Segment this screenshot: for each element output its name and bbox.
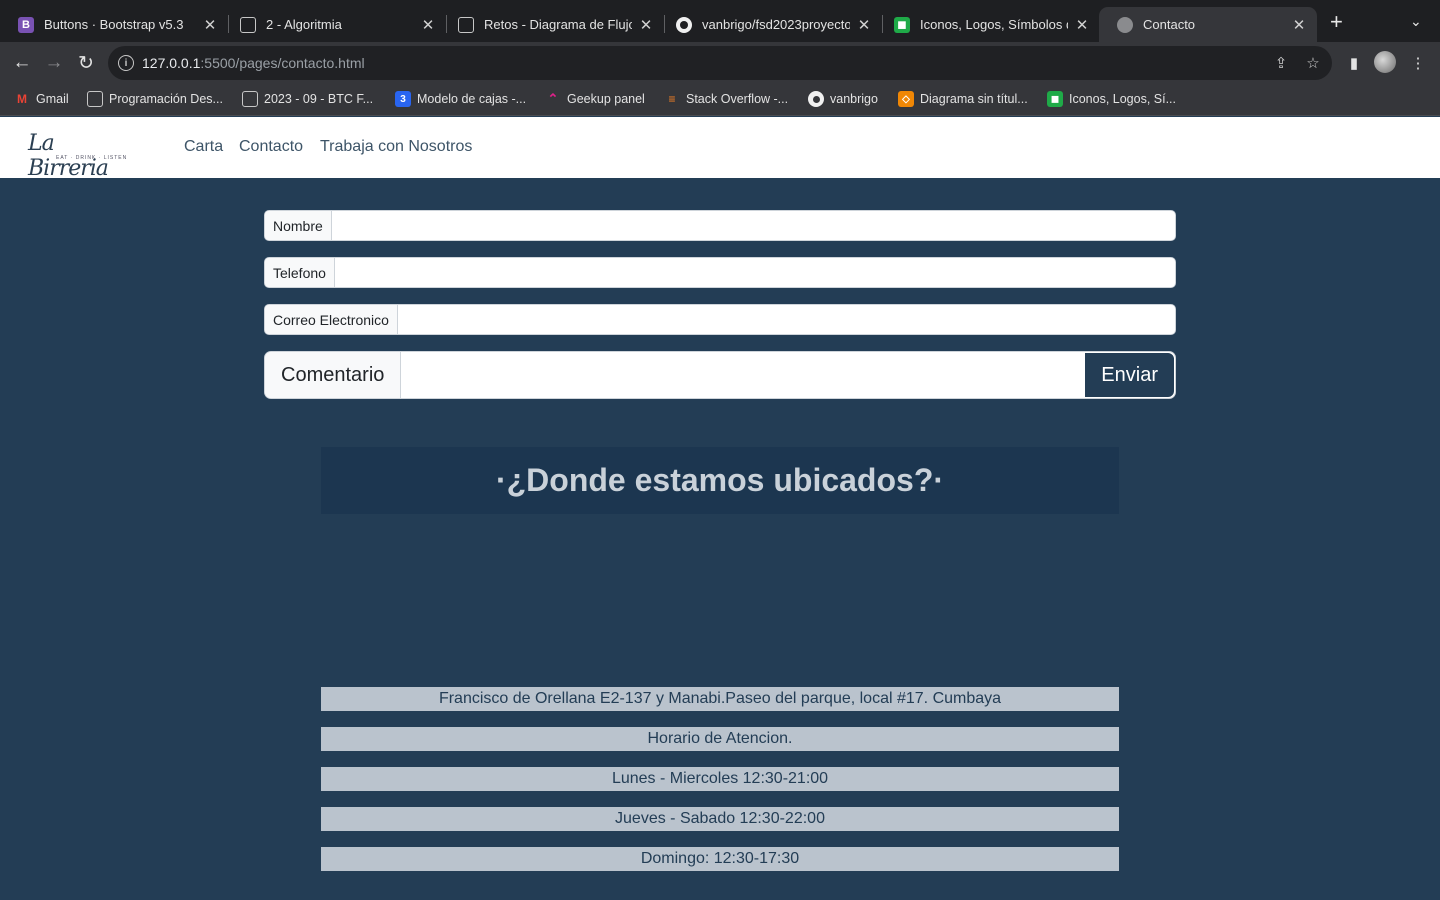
tab-title: Retos - Diagrama de Flujo xyxy=(484,17,632,32)
geekup-icon: ⌃ xyxy=(547,91,559,106)
tab-title: Iconos, Logos, Símbolos de xyxy=(920,17,1068,32)
bookmark-label: Iconos, Logos, Sí... xyxy=(1069,92,1177,106)
globe-icon xyxy=(1117,16,1133,33)
tab-title: Buttons · Bootstrap v5.3 xyxy=(44,17,184,32)
browser-toolbar: ← → ↻ i 127.0.0.1:5500/pages/contacto.ht… xyxy=(0,42,1440,84)
profile-avatar[interactable] xyxy=(1374,51,1396,73)
hours-sunday: Domingo: 12:30-17:30 xyxy=(321,847,1119,871)
tab-title: vanbrigo/fsd2023proyecto1 xyxy=(702,17,850,32)
address-text: Francisco de Orellana E2-137 y Manabi.Pa… xyxy=(321,687,1119,711)
hours-weekday-late: Jueves - Sabado 12:30-22:00 xyxy=(321,807,1119,831)
bookmark-label: Geekup panel xyxy=(567,92,645,106)
icons-site-icon: ◼ xyxy=(894,16,910,33)
site-navbar: La Birreria EAT · DRINK · LISTEN Carta C… xyxy=(0,117,1440,181)
bookmark-label: Diagrama sin títul... xyxy=(920,92,1028,106)
phone-label: Telefono xyxy=(265,258,335,287)
back-arrow-icon[interactable]: ← xyxy=(9,50,35,76)
classroom-icon xyxy=(458,16,474,33)
close-icon[interactable]: ✕ xyxy=(1074,17,1090,34)
tab-retos-diagrama[interactable]: Retos - Diagrama de Flujo ✕ xyxy=(440,7,664,42)
location-header: ·¿Donde estamos ubicados?· xyxy=(321,447,1119,514)
tab-algoritmia[interactable]: 2 - Algoritmia ✕ xyxy=(222,7,446,42)
bookmark-gmail[interactable]: M Gmail xyxy=(14,91,69,107)
bootstrap-icon: B xyxy=(18,16,34,33)
send-button[interactable]: Enviar xyxy=(1084,352,1175,398)
css-icon: 3 xyxy=(395,91,411,107)
close-icon[interactable]: ✕ xyxy=(638,17,654,34)
tab-title: 2 - Algoritmia xyxy=(266,17,342,32)
bookmark-label: Gmail xyxy=(36,92,69,106)
url-text[interactable]: 127.0.0.1:5500/pages/contacto.html xyxy=(142,55,365,71)
browser-tab-strip: B Buttons · Bootstrap v5.3 ✕ 2 - Algorit… xyxy=(0,0,1440,42)
email-input[interactable] xyxy=(397,305,1175,334)
bookmark-diagrama[interactable]: ◇ Diagrama sin títul... xyxy=(898,91,1028,107)
name-label: Nombre xyxy=(265,211,332,240)
side-panel-icon[interactable]: ▮ xyxy=(1344,53,1364,73)
phone-input[interactable] xyxy=(334,258,1175,287)
bookmark-btc[interactable]: 2023 - 09 - BTC F... xyxy=(242,91,373,107)
reload-icon[interactable]: ↻ xyxy=(73,50,99,76)
classroom-icon xyxy=(87,91,103,107)
bookmark-label: Stack Overflow -... xyxy=(686,92,789,106)
kebab-menu-icon[interactable]: ⋮ xyxy=(1408,53,1428,73)
hours-title: Horario de Atencion. xyxy=(321,727,1119,751)
bookmark-programacion[interactable]: Programación Des... xyxy=(87,91,223,107)
stackoverflow-icon: ≡ xyxy=(668,92,676,106)
tab-bootstrap-buttons[interactable]: B Buttons · Bootstrap v5.3 ✕ xyxy=(0,7,228,42)
site-info-icon[interactable]: i xyxy=(118,55,134,71)
nav-link-contacto[interactable]: Contacto xyxy=(239,138,303,156)
bookmark-label: vanbrigo xyxy=(830,92,878,106)
bookmarks-bar: M Gmail Programación Des... 2023 - 09 - … xyxy=(0,84,1440,116)
close-icon[interactable]: ✕ xyxy=(1291,17,1307,34)
bookmark-label: Programación Des... xyxy=(109,92,223,106)
tab-contacto[interactable]: Contacto ✕ xyxy=(1099,7,1317,42)
bookmark-geekup[interactable]: ⌃ Geekup panel xyxy=(545,91,645,107)
bookmark-vanbrigo[interactable]: vanbrigo xyxy=(808,91,878,107)
close-icon[interactable]: ✕ xyxy=(856,17,872,34)
bookmark-label: 2023 - 09 - BTC F... xyxy=(264,92,374,106)
icons-site-icon: ◼ xyxy=(1047,91,1063,107)
name-input-group: Nombre xyxy=(264,210,1176,241)
comment-label: Comentario xyxy=(265,352,402,398)
name-input[interactable] xyxy=(331,211,1175,240)
gmail-icon: M xyxy=(17,92,27,106)
tab-iconos[interactable]: ◼ Iconos, Logos, Símbolos de ✕ xyxy=(876,7,1100,42)
bookmark-label: Modelo de cajas -... xyxy=(417,92,527,106)
drawio-icon: ◇ xyxy=(898,91,914,107)
comment-input-group: Comentario Enviar xyxy=(264,351,1176,399)
tab-title: Contacto xyxy=(1143,17,1196,32)
tab-search-chevron-icon[interactable]: ⌄ xyxy=(1410,13,1422,30)
address-bar[interactable]: i 127.0.0.1:5500/pages/contacto.html ⇪ ☆ xyxy=(108,46,1332,80)
brand-tagline: EAT · DRINK · LISTEN xyxy=(56,155,128,161)
close-icon[interactable]: ✕ xyxy=(420,17,436,34)
bookmark-iconos[interactable]: ◼ Iconos, Logos, Sí... xyxy=(1047,91,1176,107)
github-icon xyxy=(676,16,692,33)
brand-logo[interactable]: La Birreria EAT · DRINK · LISTEN xyxy=(28,129,128,181)
forward-arrow-icon[interactable]: → xyxy=(41,50,67,76)
hours-weekday-early: Lunes - Miercoles 12:30-21:00 xyxy=(321,767,1119,791)
classroom-icon xyxy=(242,91,258,107)
close-icon[interactable]: ✕ xyxy=(202,17,218,34)
tab-github-repo[interactable]: vanbrigo/fsd2023proyecto1 ✕ xyxy=(658,7,882,42)
nav-link-carta[interactable]: Carta xyxy=(184,138,223,156)
email-input-group: Correo Electronico xyxy=(264,304,1176,335)
classroom-icon xyxy=(240,16,256,33)
nav-link-trabaja[interactable]: Trabaja con Nosotros xyxy=(320,138,472,156)
comment-input[interactable] xyxy=(401,352,1085,398)
bookmark-modelo-cajas[interactable]: 3 Modelo de cajas -... xyxy=(395,91,526,107)
email-label: Correo Electronico xyxy=(265,305,398,334)
location-title: ·¿Donde estamos ubicados?· xyxy=(495,462,945,498)
phone-input-group: Telefono xyxy=(264,257,1176,288)
bookmark-stackoverflow[interactable]: ≡ Stack Overflow -... xyxy=(664,91,788,107)
github-icon xyxy=(808,91,824,107)
new-tab-button[interactable]: + xyxy=(1330,11,1343,33)
bookmark-star-icon[interactable]: ☆ xyxy=(1304,54,1322,72)
share-icon[interactable]: ⇪ xyxy=(1272,54,1290,72)
